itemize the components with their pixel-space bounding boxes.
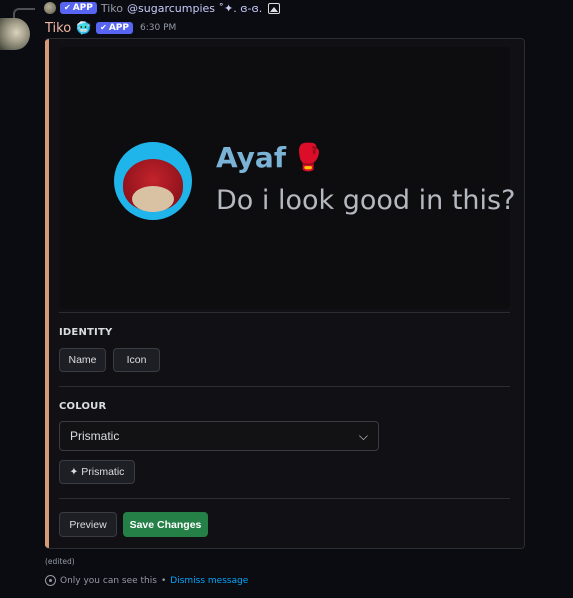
bird-belly bbox=[132, 186, 174, 212]
dismiss-message-link[interactable]: Dismiss message bbox=[170, 576, 248, 586]
colour-label: COLOUR bbox=[59, 401, 107, 412]
chevron-down-icon: ⌵ bbox=[358, 428, 368, 443]
persona-name-row: Ayaf 🥊 bbox=[216, 141, 324, 174]
name-button[interactable]: Name bbox=[59, 348, 106, 372]
edited-label: (edited) bbox=[45, 557, 75, 566]
reply-author[interactable]: Tiko bbox=[101, 2, 123, 15]
ephemeral-notice: Only you can see this • Dismiss message bbox=[45, 575, 248, 586]
author-avatar[interactable] bbox=[0, 18, 30, 50]
persona-message: Do i look good in this? bbox=[216, 185, 516, 216]
reply-handle[interactable]: @sugarcumpies ˚✦. ɞ-ɞ. bbox=[127, 2, 262, 15]
colour-select[interactable]: Prismatic ⌵ bbox=[59, 421, 379, 451]
check-icon: ✔ bbox=[100, 23, 107, 32]
reply-badge-label: APP bbox=[72, 3, 93, 13]
embed-accent-bar bbox=[45, 39, 49, 548]
app-badge: ✔ APP bbox=[96, 22, 133, 34]
app-badge-label: APP bbox=[108, 23, 129, 33]
author-emoji: 🥶 bbox=[76, 21, 92, 35]
reply-app-badge: ✔ APP bbox=[60, 2, 97, 14]
eye-icon bbox=[45, 575, 56, 586]
save-changes-button[interactable]: Save Changes bbox=[123, 512, 208, 537]
persona-avatar bbox=[114, 142, 192, 220]
divider bbox=[59, 498, 510, 499]
author-name[interactable]: Tiko bbox=[45, 21, 71, 36]
divider bbox=[59, 312, 510, 313]
image-icon bbox=[268, 2, 281, 14]
persona-name: Ayaf bbox=[216, 141, 286, 174]
preview-button[interactable]: Preview bbox=[59, 512, 117, 537]
separator: • bbox=[160, 575, 167, 586]
divider bbox=[59, 386, 510, 387]
ephemeral-text: Only you can see this bbox=[60, 575, 157, 586]
persona-emoji: 🥊 bbox=[292, 142, 325, 173]
embed-card: Ayaf 🥊 Do i look good in this? IDENTITY … bbox=[45, 38, 525, 549]
colour-select-value: Prismatic bbox=[70, 429, 120, 443]
reply-avatar bbox=[44, 2, 56, 14]
timestamp: 6:30 PM bbox=[140, 23, 177, 33]
persona-preview: Ayaf 🥊 Do i look good in this? bbox=[59, 47, 515, 309]
message-header: Tiko 🥶 ✔ APP 6:30 PM bbox=[45, 19, 176, 37]
icon-button[interactable]: Icon bbox=[113, 348, 160, 372]
check-icon: ✔ bbox=[64, 3, 71, 12]
prismatic-chip-button[interactable]: ✦ Prismatic bbox=[59, 460, 135, 484]
reply-reference[interactable]: ✔ APP Tiko @sugarcumpies ˚✦. ɞ-ɞ. bbox=[44, 1, 281, 15]
identity-label: IDENTITY bbox=[59, 327, 113, 338]
